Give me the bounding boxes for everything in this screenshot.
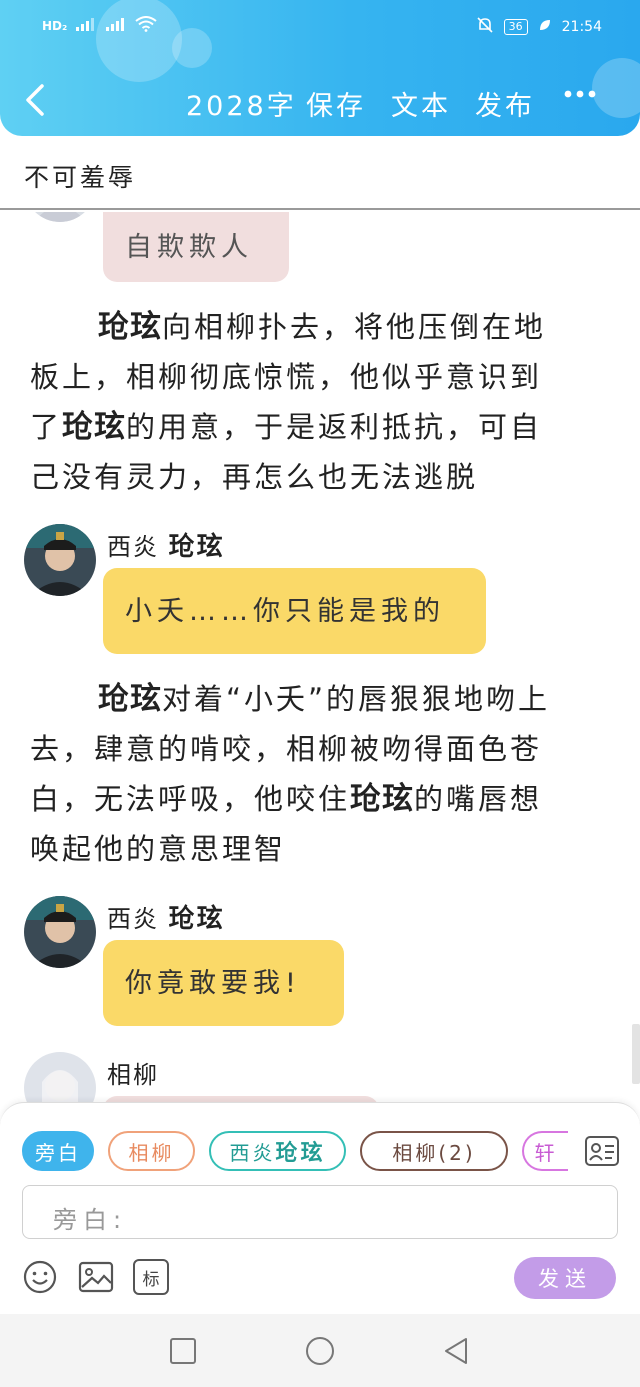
narration-text: 向相柳扑去，将他压倒在地 [162, 310, 547, 344]
narration-text: 白，无法呼吸，他咬住 [30, 782, 351, 816]
image-icon [78, 1261, 114, 1293]
clock-time: 21:54 [561, 19, 602, 35]
speaker-name: 西炎 玱玹 [107, 898, 225, 935]
chip-name: 玱玹 [275, 1141, 326, 1166]
chip-prefix: 西炎 [229, 1140, 276, 1165]
editor-toolbar: 2028字 保存 文本 发布 [0, 72, 640, 128]
narration-text: 了 [30, 410, 63, 444]
role-chip-xiangliu-2[interactable]: 相柳(2) [360, 1131, 508, 1171]
role-chip-canghuan[interactable]: 西炎 玱玹 [209, 1131, 346, 1171]
nav-back-button[interactable] [440, 1334, 474, 1368]
role-manager-button[interactable] [584, 1133, 620, 1169]
circle-icon [306, 1337, 334, 1365]
narration-text: 的嘴唇想 [414, 782, 543, 816]
story-title-row[interactable]: 不可羞辱 [0, 136, 640, 210]
character-name: 玱玹 [98, 309, 162, 345]
narration-text: 的用意，于是返利抵抗，可自 [126, 410, 543, 444]
contact-card-icon [585, 1136, 619, 1166]
character-name: 玱玹 [350, 781, 415, 817]
role-chip-xiangliu[interactable]: 相柳 [108, 1131, 195, 1171]
role-chip-xuan[interactable]: 轩 [522, 1131, 568, 1171]
chat-content[interactable]: 自欺欺人 玱玹向相柳扑去，将他压倒在地 板上，相柳彻底惊慌，他似乎意识到 了玱玹… [0, 212, 640, 1102]
avatar-xiangliu[interactable] [24, 1052, 96, 1102]
page: HD₂ 36 21:54 2028字 保存 文本 发布 不可羞辱 自欺欺人 玱玹… [0, 0, 640, 1387]
home-button[interactable] [303, 1334, 337, 1368]
avatar-canghuan[interactable] [24, 896, 96, 968]
system-nav-bar [0, 1314, 640, 1387]
narration-line: 唤起他的意思理智 [30, 832, 287, 866]
more-dots-icon [564, 90, 596, 98]
battery-indicator: 36 [503, 19, 528, 35]
input-placeholder: 旁白: [53, 1206, 128, 1234]
status-bar: HD₂ 36 21:54 [0, 0, 640, 52]
narration-text: 对着“小夭”的唇狠狠地吻上 [162, 682, 551, 716]
message-bubble[interactable]: 小夭……你只能是我的 [103, 568, 486, 654]
emoji-icon [23, 1260, 57, 1294]
leaf-icon [538, 18, 552, 36]
speaker-prefix: 西炎 [107, 533, 159, 561]
character-name: 玱玹 [98, 681, 162, 717]
narration-line: 玱玹向相柳扑去，将他压倒在地 [30, 302, 610, 352]
scroll-indicator[interactable] [632, 1024, 640, 1084]
signal-icon-1 [75, 16, 97, 36]
speaker-bold-name: 玱玹 [168, 904, 225, 934]
recent-apps-button[interactable] [166, 1334, 200, 1368]
role-chip-narrator[interactable]: 旁白 [22, 1131, 94, 1171]
speaker-prefix: 西炎 [107, 905, 159, 933]
word-count: 2028字 [186, 91, 297, 122]
narration-line: 己没有灵力，再怎么也无法逃脱 [30, 460, 479, 494]
narration-line: 去，肆意的啃咬，相柳被吻得面色苍 [30, 732, 543, 766]
triangle-back-icon [445, 1338, 467, 1364]
back-button[interactable] [18, 80, 54, 120]
narration-line: 板上，相柳彻底惊慌，他似乎意识到 [30, 360, 543, 394]
character-name: 玱玹 [62, 409, 127, 445]
send-button[interactable]: 发送 [514, 1257, 616, 1299]
chevron-left-icon [26, 84, 44, 116]
message-bubble[interactable]: 自欺欺人 [103, 212, 289, 282]
app-header: HD₂ 36 21:54 2028字 保存 文本 发布 [0, 0, 640, 136]
publish-button[interactable]: 发布 [475, 84, 535, 123]
more-button[interactable] [560, 76, 604, 112]
save-button[interactable]: 保存 [306, 84, 366, 123]
message-input[interactable]: 旁白: [22, 1185, 618, 1239]
narration-line: 白，无法呼吸，他咬住玱玹的嘴唇想 [30, 774, 610, 824]
square-icon [170, 1338, 196, 1364]
compose-panel: 旁白 相柳 西炎 玱玹 相柳(2) 轩 旁白: 标 发送 [0, 1102, 640, 1314]
emoji-button[interactable] [22, 1259, 58, 1295]
avatar-canghuan[interactable] [24, 524, 96, 596]
narration-block[interactable]: 玱玹向相柳扑去，将他压倒在地 板上，相柳彻底惊慌，他似乎意识到 了玱玹的用意，于… [30, 302, 610, 502]
wifi-icon [135, 16, 157, 36]
narration-line: 玱玹对着“小夭”的唇狠狠地吻上 [30, 674, 610, 724]
narration-block[interactable]: 玱玹对着“小夭”的唇狠狠地吻上 去，肆意的啃咬，相柳被吻得面色苍 白，无法呼吸，… [30, 674, 610, 874]
tag-button[interactable]: 标 [133, 1259, 169, 1295]
mute-bell-icon [476, 16, 494, 38]
text-button[interactable]: 文本 [391, 84, 451, 123]
image-button[interactable] [78, 1259, 114, 1295]
hd-indicator: HD₂ [42, 19, 68, 33]
speaker-name: 相柳 [107, 1061, 159, 1089]
message-bubble[interactable]: 你竟敢要我! [103, 940, 344, 1026]
story-title: 不可羞辱 [24, 163, 137, 192]
speaker-bold-name: 玱玹 [168, 532, 225, 562]
signal-icon-2 [105, 16, 127, 36]
speaker-name: 西炎 玱玹 [107, 526, 225, 563]
avatar-xiangliu[interactable] [24, 212, 96, 222]
narration-line: 了玱玹的用意，于是返利抵抗，可自 [30, 402, 610, 452]
